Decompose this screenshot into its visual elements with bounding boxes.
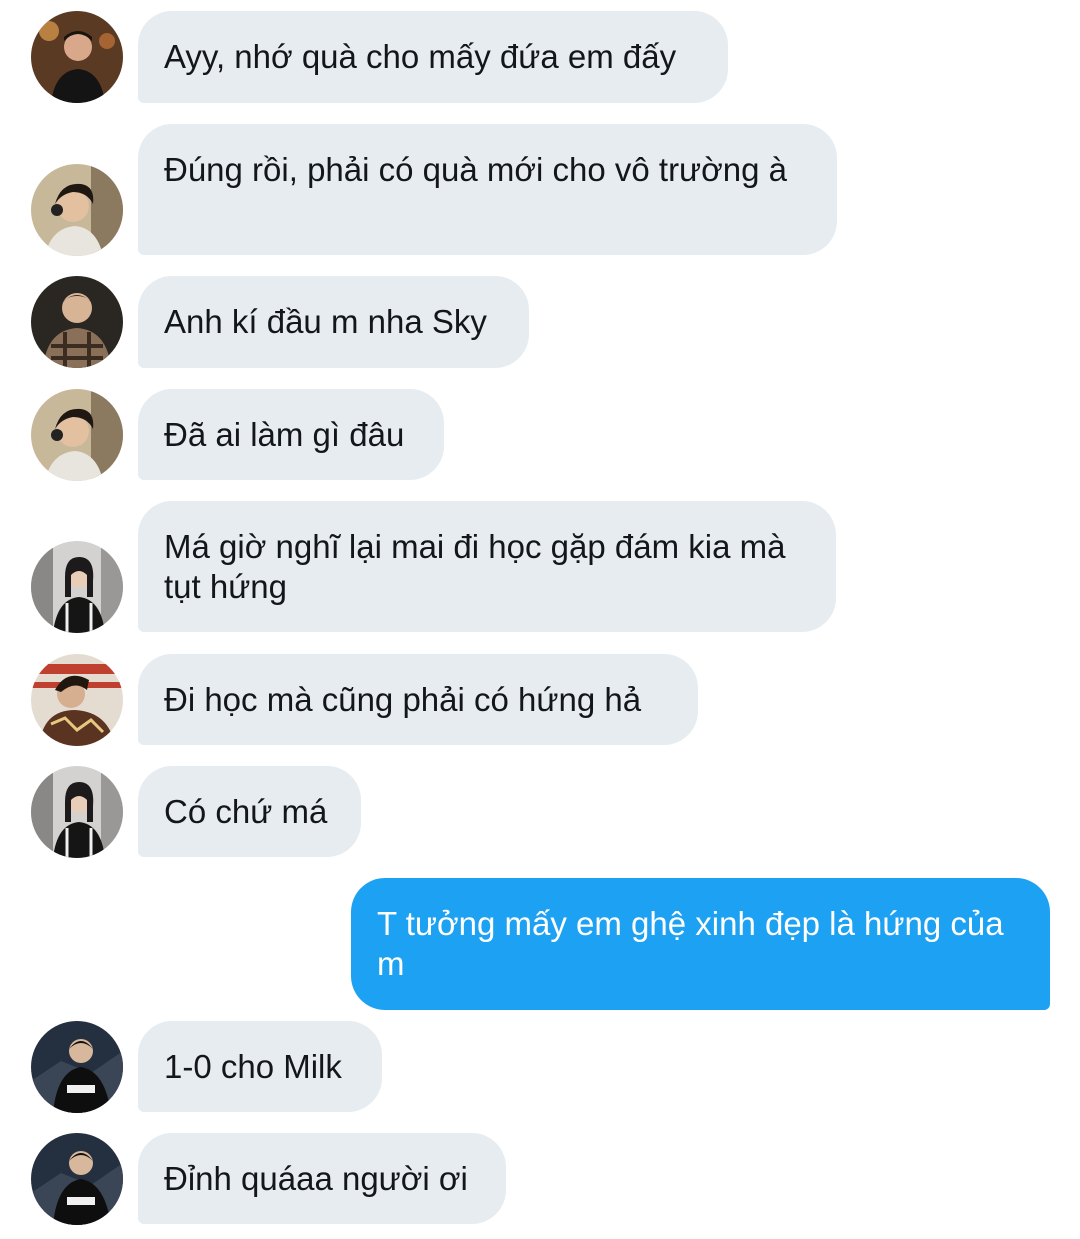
- message-thread: Ayy, nhớ quà cho mấy đứa em đấy Đúng rồi…: [0, 0, 1080, 1239]
- message-bubble[interactable]: Đã ai làm gì đâu: [138, 389, 444, 480]
- message-text: Có chứ má: [164, 793, 328, 830]
- avatar-photo-icon: [31, 654, 123, 746]
- avatar[interactable]: [31, 11, 123, 103]
- message-text: T tưởng mấy em ghệ xinh đẹp là hứng của …: [377, 905, 1004, 982]
- avatar[interactable]: [31, 541, 123, 633]
- avatar[interactable]: [31, 766, 123, 858]
- avatar-photo-icon: [31, 1021, 123, 1113]
- avatar-photo-icon: [31, 541, 123, 633]
- message-bubble-outgoing[interactable]: T tưởng mấy em ghệ xinh đẹp là hứng của …: [351, 878, 1050, 1010]
- avatar[interactable]: [31, 164, 123, 256]
- message-bubble[interactable]: Anh kí đầu m nha Sky: [138, 276, 529, 368]
- avatar[interactable]: [31, 276, 123, 368]
- message-text: Má giờ nghĩ lại mai đi học gặp đám kia m…: [164, 528, 786, 605]
- avatar[interactable]: [31, 1133, 123, 1225]
- message-bubble[interactable]: Đúng rồi, phải có quà mới cho vô trường …: [138, 124, 837, 255]
- message-bubble[interactable]: Ayy, nhớ quà cho mấy đứa em đấy: [138, 11, 728, 103]
- message-text: Đi học mà cũng phải có hứng hả: [164, 681, 642, 718]
- message-text: Anh kí đầu m nha Sky: [164, 303, 487, 340]
- message-text: Đỉnh quáaa người ơi: [164, 1160, 468, 1197]
- message-bubble[interactable]: Có chứ má: [138, 766, 361, 857]
- avatar-photo-icon: [31, 1133, 123, 1225]
- avatar[interactable]: [31, 389, 123, 481]
- avatar-photo-icon: [31, 11, 123, 103]
- message-bubble[interactable]: Má giờ nghĩ lại mai đi học gặp đám kia m…: [138, 501, 836, 632]
- message-text: Đã ai làm gì đâu: [164, 416, 405, 453]
- message-bubble[interactable]: Đỉnh quáaa người ơi: [138, 1133, 506, 1224]
- avatar-photo-icon: [31, 164, 123, 256]
- message-bubble[interactable]: Đi học mà cũng phải có hứng hả: [138, 654, 698, 745]
- avatar-photo-icon: [31, 766, 123, 858]
- message-text: Đúng rồi, phải có quà mới cho vô trường …: [164, 151, 788, 188]
- message-text: Ayy, nhớ quà cho mấy đứa em đấy: [164, 38, 677, 75]
- avatar[interactable]: [31, 654, 123, 746]
- avatar[interactable]: [31, 1021, 123, 1113]
- message-text: 1-0 cho Milk: [164, 1048, 342, 1085]
- avatar-photo-icon: [31, 276, 123, 368]
- avatar-photo-icon: [31, 389, 123, 481]
- message-bubble[interactable]: 1-0 cho Milk: [138, 1021, 382, 1112]
